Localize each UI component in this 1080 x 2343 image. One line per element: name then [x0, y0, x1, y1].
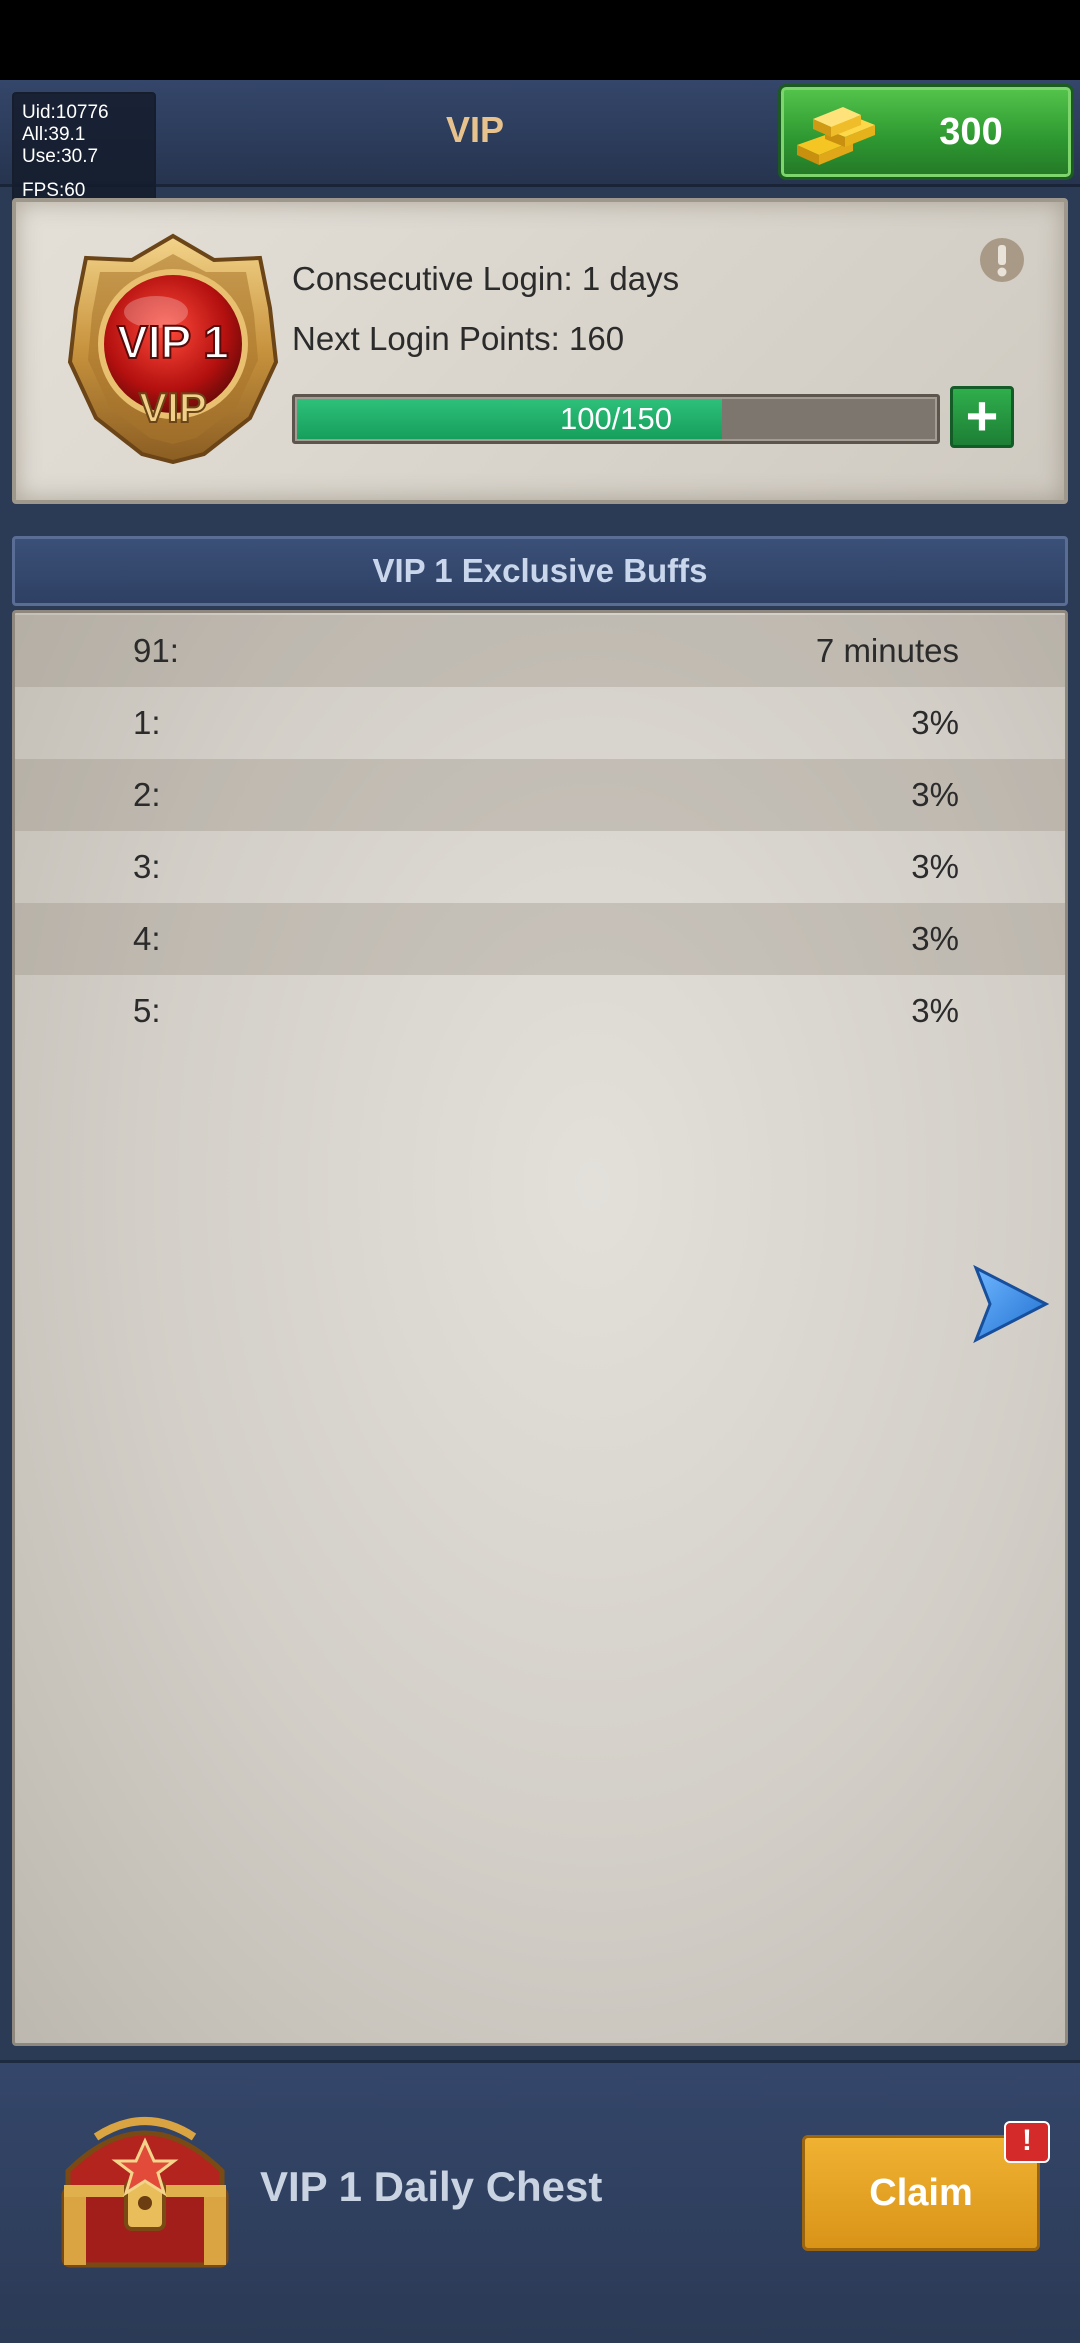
vip-badge-level: VIP 1	[117, 316, 229, 368]
buff-row: 1: 3%	[15, 687, 1065, 759]
claim-button-label: Claim	[869, 2172, 973, 2214]
buff-key: 1:	[133, 704, 161, 741]
info-icon[interactable]	[978, 236, 1026, 284]
debug-overlay: Uid:10776 All:39.1 Use:30.7 FPS:60	[12, 92, 156, 206]
daily-chest-bar: VIP 1 Daily Chest Claim !	[0, 2060, 1080, 2343]
buff-key: 2:	[133, 776, 161, 813]
buff-value: 3%	[911, 704, 959, 741]
gold-currency-button[interactable]: 300	[778, 84, 1074, 180]
buffs-list: 91: 7 minutes 1: 3% 2: 3% 3: 3% 4: 3% 5:…	[12, 610, 1068, 2046]
debug-all: All:39.1	[22, 124, 86, 145]
progress-label: 100/150	[559, 401, 673, 436]
buff-value: 3%	[911, 776, 959, 813]
gold-amount: 300	[939, 111, 1003, 153]
vip-status-card: VIP 1 VIP Consecutive Login: 1 days Next…	[12, 198, 1068, 504]
plus-icon: +	[965, 384, 999, 447]
vip-points-progress-bar: 100/150	[292, 394, 940, 444]
next-page-arrow-icon[interactable]	[970, 1262, 1050, 1346]
status-bar	[0, 0, 1080, 80]
daily-chest-label: VIP 1 Daily Chest	[260, 2163, 603, 2210]
buff-row: 2: 3%	[15, 759, 1065, 831]
gold-bars-icon	[797, 107, 875, 165]
consecutive-login-text: Consecutive Login: 1 days	[292, 260, 680, 297]
add-vip-points-button[interactable]: +	[950, 386, 1014, 448]
buff-row: 91: 7 minutes	[15, 615, 1065, 687]
alert-badge: !	[1004, 2121, 1050, 2163]
buff-key: 5:	[133, 992, 161, 1029]
buffs-title: VIP 1 Exclusive Buffs	[372, 552, 708, 589]
buff-value: 3%	[911, 992, 959, 1029]
buff-key: 4:	[133, 920, 161, 957]
buff-row: 5: 3%	[15, 975, 1065, 1047]
debug-use: Use:30.7	[22, 146, 99, 167]
vip-badge-sub: VIP	[139, 384, 207, 431]
buff-row: 3: 3%	[15, 831, 1065, 903]
buff-value: 7 minutes	[815, 632, 959, 669]
treasure-chest-icon	[61, 2117, 229, 2268]
buff-key: 91:	[133, 632, 179, 669]
next-login-points-text: Next Login Points: 160	[292, 320, 625, 357]
debug-uid: Uid:10776	[22, 102, 109, 123]
vip-badge-icon: VIP 1 VIP	[67, 233, 279, 464]
buff-row: 4: 3%	[15, 903, 1065, 975]
buffs-section-header: VIP 1 Exclusive Buffs	[12, 536, 1068, 606]
buff-value: 3%	[911, 848, 959, 885]
buff-value: 3%	[911, 920, 959, 957]
buff-key: 3:	[133, 848, 161, 885]
